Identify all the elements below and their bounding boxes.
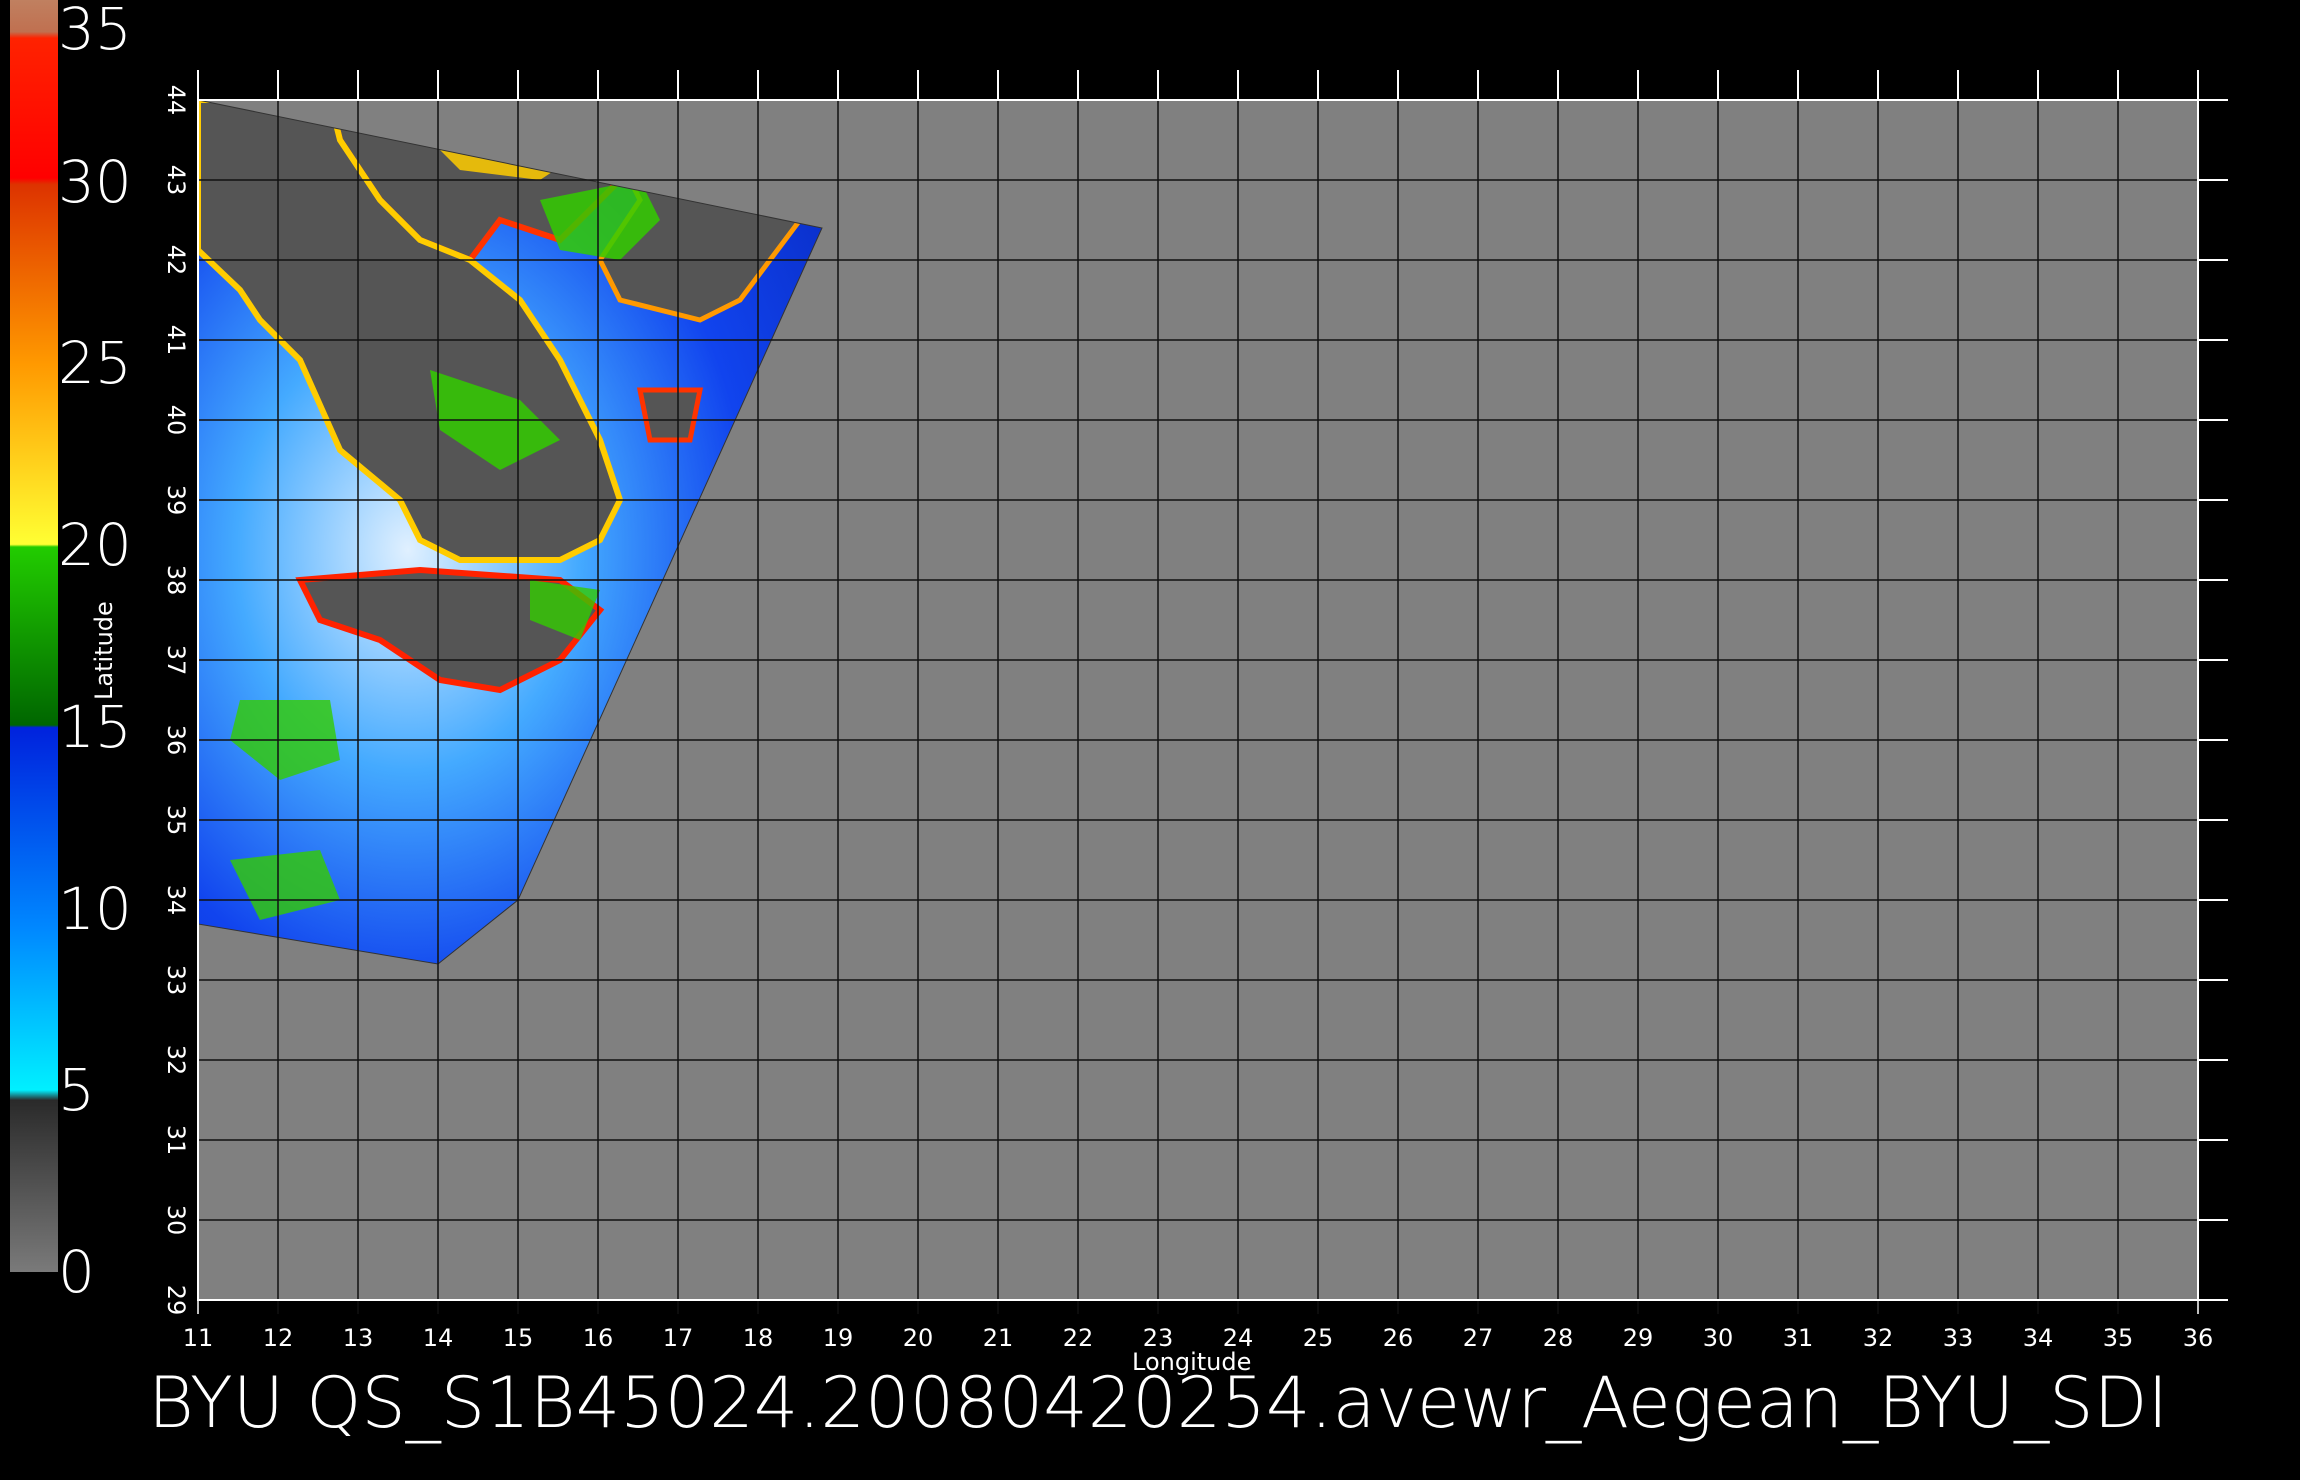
y-tick-label: 40 [162,405,190,436]
x-tick-label: 13 [343,1324,374,1352]
x-tick-label: 35 [2103,1324,2134,1352]
map-plot: 11 12 13 14 15 16 17 18 19 20 21 22 23 24 25 26 27 28 29 30… [10,0,2228,1352]
figure-title: BYU QS_S1B45024.20080420254.avewr_Aegean… [148,1362,2169,1444]
y-tick-label: 31 [162,1125,190,1156]
y-tick-label: 42 [162,245,190,276]
x-tick-label: 11 [183,1324,214,1352]
x-tick-label: 29 [1623,1324,1654,1352]
x-tick-label: 14 [423,1324,454,1352]
y-tick-label: 32 [162,1045,190,1076]
colorbar-label: 30 [58,147,132,216]
y-tick-label: 36 [162,725,190,756]
colorbar-label: 0 [58,1238,95,1306]
x-tick-label: 18 [743,1324,774,1352]
y-tick-label: 43 [162,165,190,196]
x-tick-label: 31 [1783,1324,1814,1352]
y-tick-label: 39 [162,485,190,516]
x-tick-label: 33 [1943,1324,1974,1352]
colorbar-label: 20 [58,511,132,580]
x-tick-label: 12 [263,1324,294,1352]
x-tick-label: 32 [1863,1324,1894,1352]
x-tick-label: 34 [2023,1324,2054,1352]
latitude-ticks: 29 30 31 32 33 34 35 36 37 38 39 40 41 42 43 44 [162,85,190,1316]
y-tick-label: 41 [162,325,190,356]
wind-map-figure: 11 12 13 14 15 16 17 18 19 20 21 22 23 24 25 26 27 28 29 30… [0,0,2300,1480]
y-tick-label: 38 [162,565,190,596]
x-tick-label: 26 [1383,1324,1414,1352]
x-tick-label: 25 [1303,1324,1334,1352]
y-tick-label: 37 [162,645,190,676]
x-tick-label: 36 [2183,1324,2214,1352]
x-tick-label: 21 [983,1324,1014,1352]
x-tick-label: 22 [1063,1324,1094,1352]
x-tick-label: 19 [823,1324,854,1352]
y-tick-label: 35 [162,805,190,836]
x-tick-label: 30 [1703,1324,1734,1352]
x-tick-label: 20 [903,1324,934,1352]
y-tick-label: 33 [162,965,190,996]
x-tick-label: 15 [503,1324,534,1352]
y-tick-label: 44 [162,85,190,116]
x-tick-label: 27 [1463,1324,1494,1352]
colorbar-label: 10 [58,874,132,943]
y-tick-label: 29 [162,1285,190,1316]
x-tick-label: 28 [1543,1324,1574,1352]
x-tick-label: 17 [663,1324,694,1352]
colorbar-label: 5 [58,1056,95,1125]
y-tick-label: 30 [162,1205,190,1236]
colorbar-label: 25 [58,329,132,398]
colorbar-label: 15 [58,692,132,761]
colorbar-label: 35 [58,0,132,63]
x-tick-label: 16 [583,1324,614,1352]
y-axis-label: Latitude [90,601,118,700]
colorbar [10,0,58,1272]
y-tick-label: 34 [162,885,190,916]
